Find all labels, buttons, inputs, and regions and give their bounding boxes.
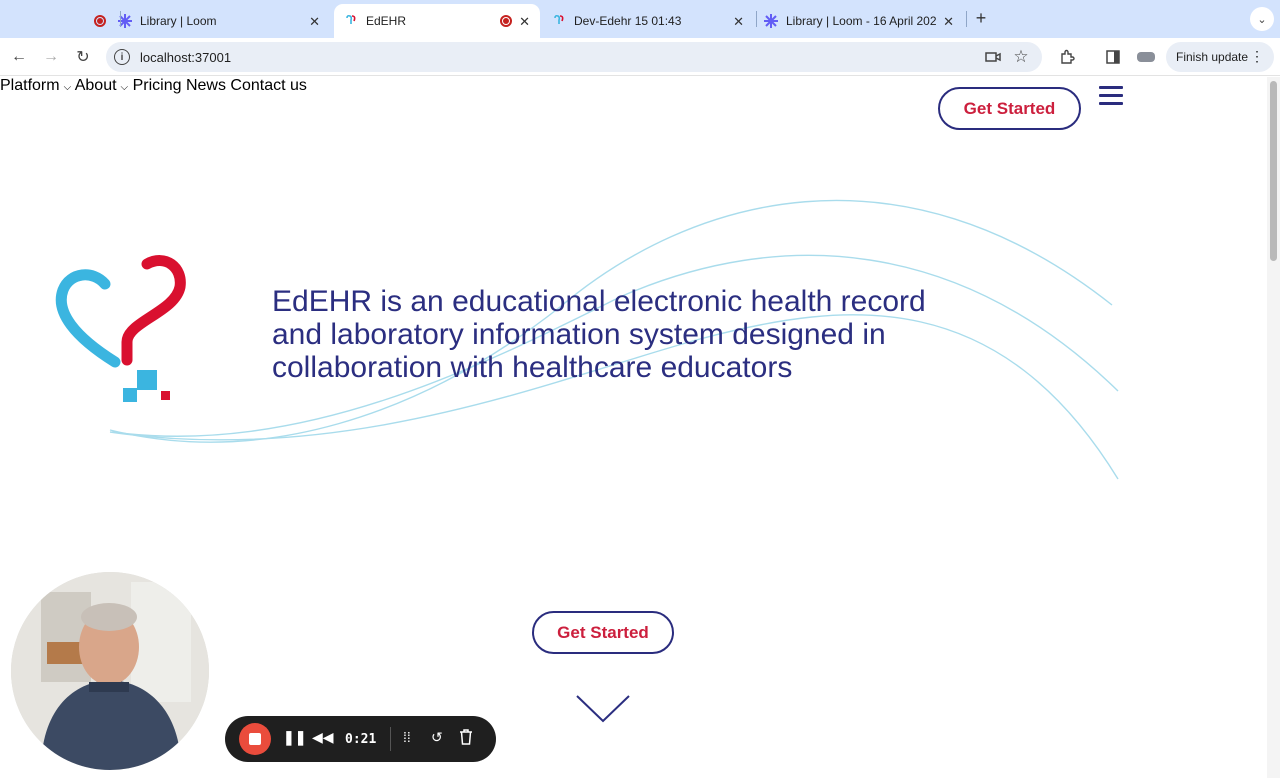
hero-headline: EdEHR is an educational electronic healt… bbox=[272, 285, 992, 384]
hero-get-started-button[interactable]: Get Started bbox=[532, 611, 674, 654]
tab-edehr[interactable]: EdEHR ✕ bbox=[334, 4, 540, 38]
site-info-icon[interactable]: i bbox=[114, 49, 130, 65]
close-tab-icon[interactable]: ✕ bbox=[943, 14, 954, 30]
tab-title: Dev-Edehr 15 01:43 bbox=[574, 14, 682, 28]
url-text[interactable]: localhost:37001 bbox=[140, 50, 231, 65]
tab-separator bbox=[966, 11, 967, 27]
hero-line-2: and laboratory information system design… bbox=[272, 318, 886, 351]
page-scrollbar[interactable] bbox=[1267, 77, 1280, 778]
close-tab-icon[interactable]: ✕ bbox=[519, 14, 530, 30]
trash-icon[interactable] bbox=[459, 729, 473, 748]
tab-search-icon[interactable]: ⌄ bbox=[1250, 7, 1274, 31]
edehr-icon bbox=[554, 14, 564, 24]
control-divider bbox=[390, 727, 391, 751]
tab-strip: Library | Loom ✕ EdEHR ✕ Dev-Edehr 15 01… bbox=[0, 0, 1280, 38]
tab-title: Library | Loom bbox=[140, 14, 217, 28]
hero-line-3: collaboration with healthcare educators bbox=[272, 351, 793, 384]
forward-icon[interactable]: → bbox=[40, 46, 62, 68]
close-tab-icon[interactable]: ✕ bbox=[733, 14, 744, 30]
loom-recording-controls: ❚❚ ◀◀ 0:21 ⁞⁞ ↺ bbox=[225, 716, 496, 762]
close-tab-icon[interactable]: ✕ bbox=[309, 14, 320, 30]
edehr-logo bbox=[55, 255, 186, 402]
scrollbar-thumb[interactable] bbox=[1270, 81, 1277, 261]
extensions-icon[interactable] bbox=[1056, 46, 1078, 68]
scroll-down-chevron-icon[interactable] bbox=[574, 693, 632, 725]
tab-title: Library | Loom - 16 April 2024 bbox=[786, 14, 936, 28]
stop-recording-button[interactable] bbox=[239, 723, 271, 755]
finish-update-label: Finish update bbox=[1176, 50, 1249, 64]
profile-avatar[interactable] bbox=[1135, 46, 1157, 68]
hamburger-menu-icon[interactable] bbox=[1099, 86, 1123, 106]
hero-line-1: EdEHR is an educational electronic healt… bbox=[272, 285, 926, 318]
recording-icon bbox=[94, 15, 106, 27]
presenter-video bbox=[11, 572, 209, 770]
menu-dots-icon[interactable]: ⋮ bbox=[1250, 48, 1264, 65]
side-panel-icon[interactable] bbox=[1102, 46, 1124, 68]
tab-separator bbox=[120, 11, 121, 27]
browser-toolbar: ← → ↻ i localhost:37001 ☆ Finish update … bbox=[0, 38, 1280, 76]
loom-camera-bubble[interactable] bbox=[11, 572, 209, 770]
tab-title: EdEHR bbox=[366, 14, 407, 28]
bookmark-star-icon[interactable]: ☆ bbox=[1012, 47, 1030, 66]
new-tab-button[interactable]: + bbox=[970, 7, 992, 29]
drawing-tools-icon[interactable]: ⁞⁞ bbox=[403, 729, 411, 745]
recording-icon bbox=[500, 15, 512, 27]
address-bar[interactable]: i localhost:37001 ☆ bbox=[106, 42, 1042, 72]
camera-icon[interactable] bbox=[984, 48, 1002, 66]
tab-library-loom-april[interactable]: Library | Loom - 16 April 2024 ✕ bbox=[754, 4, 964, 38]
restart-icon[interactable]: ↺ bbox=[431, 729, 443, 746]
pause-icon[interactable]: ❚❚ bbox=[283, 729, 306, 746]
reload-icon[interactable]: ↻ bbox=[72, 46, 94, 68]
rewind-icon[interactable]: ◀◀ bbox=[312, 729, 334, 746]
edehr-icon bbox=[346, 14, 356, 24]
header-get-started-button[interactable]: Get Started bbox=[938, 87, 1081, 130]
back-icon[interactable]: ← bbox=[8, 46, 30, 68]
loom-icon bbox=[764, 14, 778, 28]
recording-timer: 0:21 bbox=[345, 732, 377, 747]
tab-dev-edehr[interactable]: Dev-Edehr 15 01:43 ✕ bbox=[542, 4, 754, 38]
finish-update-button[interactable]: Finish update ⋮ bbox=[1166, 42, 1274, 72]
